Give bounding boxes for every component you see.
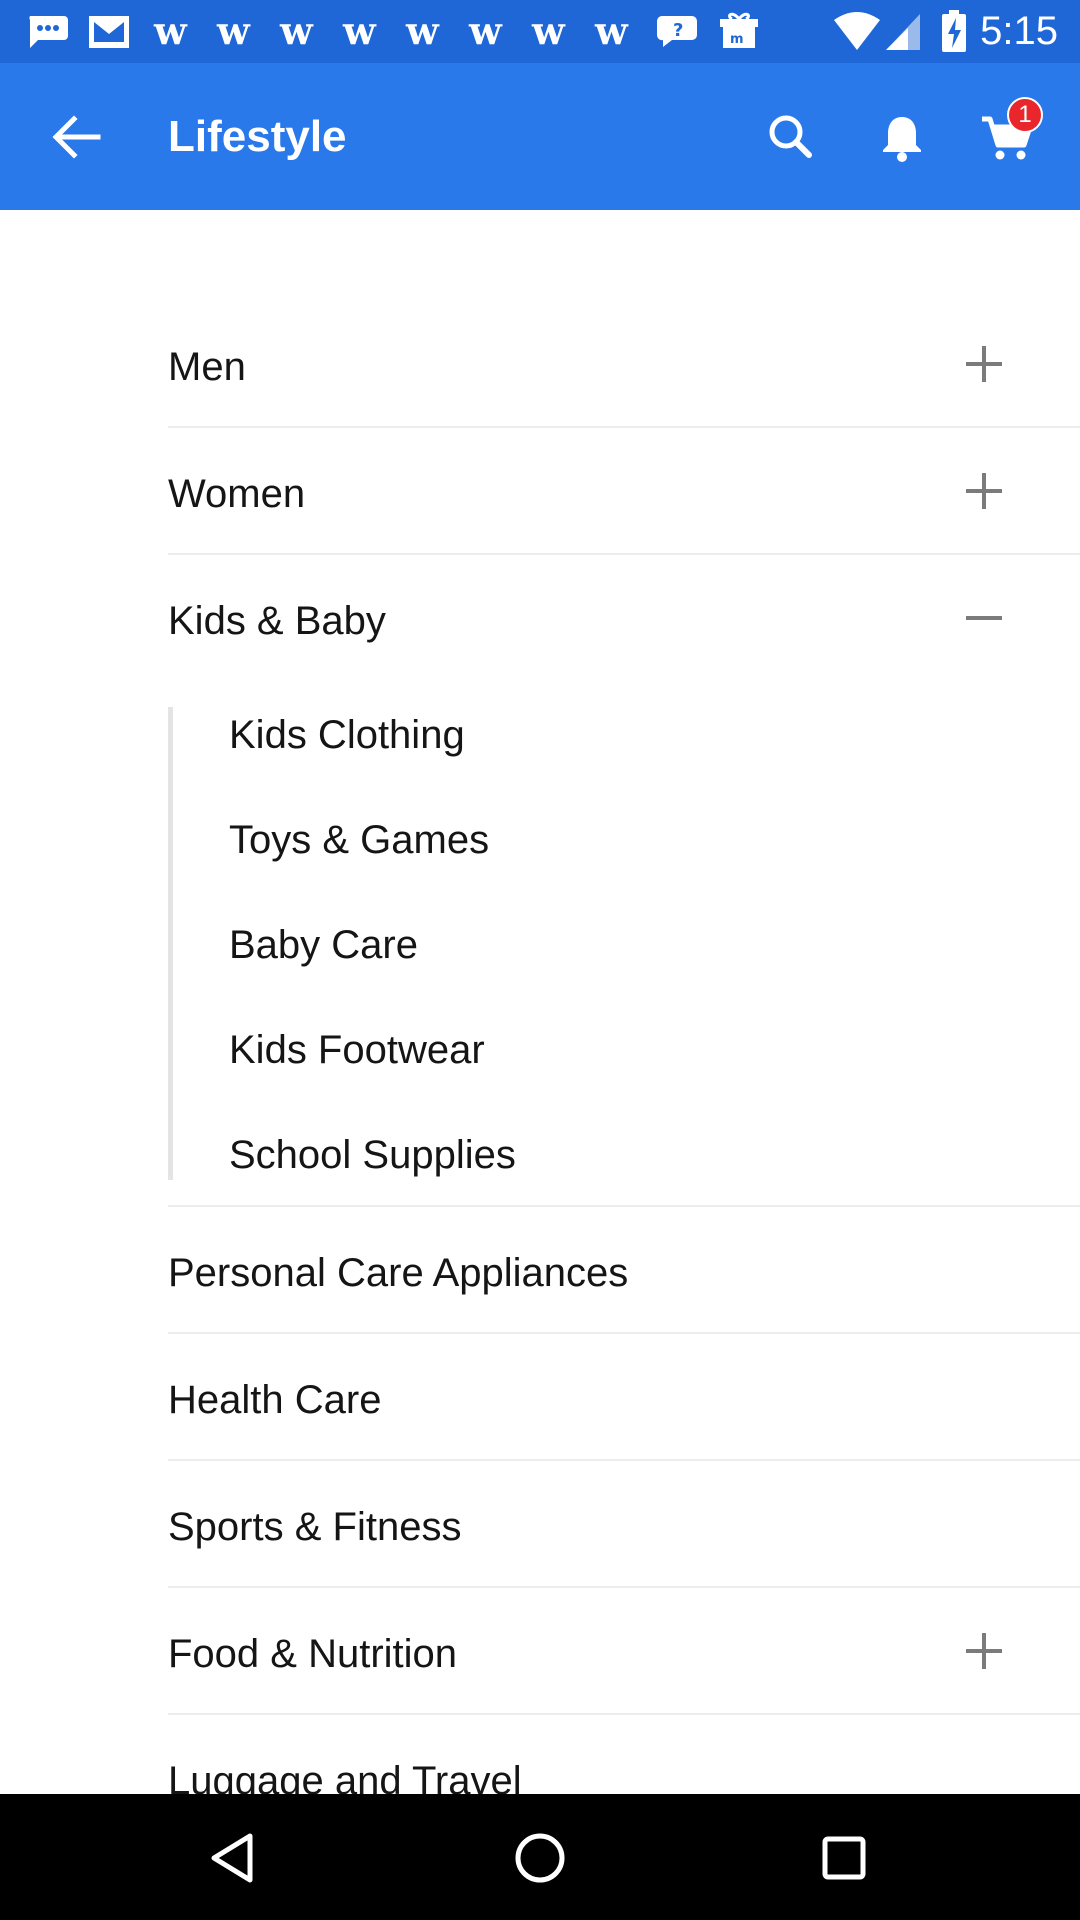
- svg-text:?: ?: [673, 20, 683, 41]
- gift-box-icon: m: [720, 12, 758, 48]
- nav-back-icon[interactable]: [198, 1822, 270, 1894]
- gmail-icon: [89, 16, 129, 48]
- subcategory-school-supplies[interactable]: School Supplies: [229, 1132, 516, 1178]
- collapse-minus-icon[interactable]: [954, 588, 1014, 648]
- category-label: Women: [168, 472, 306, 516]
- svg-text:w: w: [216, 10, 251, 52]
- status-time: 5:15: [980, 9, 1058, 53]
- w-app-icon: w: [342, 10, 377, 52]
- category-label: Sports & Fitness: [168, 1505, 462, 1549]
- navigation-bar: [0, 1794, 1080, 1920]
- category-item-kids-baby[interactable]: Kids & Baby: [168, 555, 1080, 1207]
- back-arrow-icon[interactable]: [40, 101, 112, 173]
- w-app-icon: w: [594, 10, 629, 52]
- expand-plus-icon[interactable]: [954, 334, 1014, 394]
- search-icon[interactable]: [755, 101, 827, 173]
- subcategory-rail: [168, 707, 173, 1180]
- category-label: Food & Nutrition: [168, 1632, 458, 1676]
- category-item-personal-care-appliances[interactable]: Personal Care Appliances: [168, 1207, 1080, 1334]
- expand-plus-icon[interactable]: [954, 1621, 1014, 1681]
- w-app-icon: w: [216, 10, 251, 52]
- w-app-icon: w: [405, 10, 440, 52]
- signal-icon: [886, 14, 920, 50]
- expand-plus-icon[interactable]: [954, 461, 1014, 521]
- cart-count-badge: 1: [1007, 97, 1043, 133]
- category-label: Personal Care Appliances: [168, 1251, 629, 1295]
- subcategory-kids-footwear[interactable]: Kids Footwear: [229, 1027, 485, 1073]
- category-label: Health Care: [168, 1378, 382, 1422]
- category-item-sports-fitness[interactable]: Sports & Fitness: [168, 1461, 1080, 1588]
- page-title: Lifestyle: [168, 112, 347, 161]
- app-bar: Lifestyle 1: [0, 63, 1080, 210]
- svg-text:w: w: [531, 10, 566, 52]
- w-app-icon: w: [468, 10, 503, 52]
- wifi-icon: [834, 12, 880, 50]
- nav-recents-icon[interactable]: [808, 1822, 880, 1894]
- messages-icon: [29, 16, 68, 48]
- svg-text:w: w: [342, 10, 377, 52]
- category-label: Men: [168, 345, 246, 389]
- svg-text:w: w: [279, 10, 314, 52]
- category-item-women[interactable]: Women: [168, 428, 1080, 555]
- subcategory-kids-clothing[interactable]: Kids Clothing: [229, 712, 465, 758]
- category-item-health-care[interactable]: Health Care: [168, 1334, 1080, 1461]
- nav-home-icon[interactable]: [504, 1822, 576, 1894]
- category-item-food-nutrition[interactable]: Food & Nutrition: [168, 1588, 1080, 1715]
- status-bar: w w w w w w w w ? m 5:15: [0, 0, 1080, 63]
- svg-text:w: w: [594, 10, 629, 52]
- svg-text:w: w: [405, 10, 440, 52]
- subcategory-toys-games[interactable]: Toys & Games: [229, 817, 489, 863]
- w-app-icon: w: [531, 10, 566, 52]
- svg-text:w: w: [468, 10, 503, 52]
- subcategory-baby-care[interactable]: Baby Care: [229, 922, 418, 968]
- svg-text:m: m: [730, 32, 744, 47]
- category-item-men[interactable]: Men: [168, 301, 1080, 428]
- chat-bubble-icon: ?: [656, 16, 697, 47]
- w-app-icon: w: [153, 10, 188, 52]
- bell-icon[interactable]: [866, 101, 938, 173]
- svg-text:w: w: [153, 10, 188, 52]
- battery-charging-icon: [942, 10, 966, 52]
- category-label: Kids & Baby: [168, 599, 386, 643]
- w-app-icon: w: [279, 10, 314, 52]
